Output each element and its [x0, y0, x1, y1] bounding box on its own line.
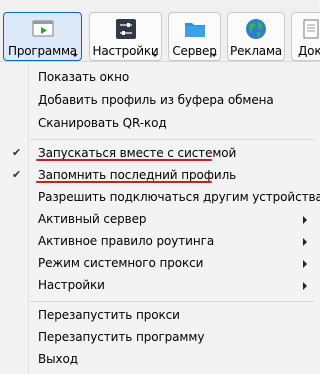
docs-label: Док	[298, 44, 320, 58]
menu-item-exit[interactable]: Выход	[0, 349, 319, 371]
menu-item-label: Запомнить последний профиль	[38, 168, 237, 182]
document-icon	[303, 19, 319, 39]
chevron-right-icon	[303, 282, 307, 290]
red-underline-annotation	[36, 159, 212, 161]
menu-item-label: Режим системного прокси	[38, 256, 204, 270]
program-menu-button[interactable]: Программа	[3, 12, 82, 61]
menu-item-label: Сканировать QR-код	[38, 116, 167, 130]
menu-item-settings[interactable]: Настройки	[0, 275, 319, 297]
menu-item-add-profile-clipboard[interactable]: Добавить профиль из буфера обмена	[0, 90, 319, 112]
menu-item-scan-qr[interactable]: Сканировать QR-код	[0, 113, 319, 135]
menu-item-allow-other-devices[interactable]: Разрешить подключаться другим устройства…	[0, 187, 320, 209]
menu-item-system-proxy-mode[interactable]: Режим системного прокси	[0, 253, 319, 275]
server-menu-button[interactable]: Сервер	[168, 12, 221, 61]
checkmark-icon: ✔	[12, 168, 22, 181]
settings-menu-button[interactable]: Настройки	[89, 12, 162, 61]
menu-item-label: Разрешить подключаться другим устройства…	[38, 190, 320, 204]
menu-item-label: Показать окно	[38, 70, 130, 84]
ads-label: Реклама	[230, 44, 282, 58]
program-dropdown-menu: Показать окно Добавить профиль из буфера…	[0, 61, 320, 374]
menu-item-show-window[interactable]: Показать окно	[0, 67, 319, 89]
globe-icon	[246, 19, 266, 39]
menu-item-restart-proxy[interactable]: Перезапустить прокси	[0, 305, 319, 327]
chevron-down-icon	[152, 54, 158, 57]
chevron-right-icon	[303, 260, 307, 268]
menu-item-routing-rule[interactable]: Активное правило роутинга	[0, 231, 319, 253]
menu-item-label: Добавить профиль из буфера обмена	[38, 93, 274, 107]
red-underline-annotation	[36, 181, 212, 183]
menu-item-autostart[interactable]: ✔ Запускаться вместе с системой	[0, 143, 319, 165]
menu-item-remember-profile[interactable]: ✔ Запомнить последний профиль	[0, 165, 319, 187]
menu-item-label: Запускаться вместе с системой	[38, 146, 237, 160]
chevron-down-icon	[72, 54, 78, 57]
chevron-right-icon	[303, 238, 307, 246]
chevron-right-icon	[303, 216, 307, 224]
play-screen-icon	[32, 20, 53, 37]
menu-item-label: Активное правило роутинга	[38, 234, 215, 248]
menu-item-label: Перезапустить программу	[38, 330, 205, 344]
server-folder-icon	[184, 23, 205, 37]
menu-item-active-server[interactable]: Активный сервер	[0, 209, 319, 231]
settings-menu-label: Настройки	[92, 44, 159, 58]
menu-item-restart-program[interactable]: Перезапустить программу	[0, 327, 319, 349]
menu-item-label: Настройки	[38, 278, 105, 292]
checkmark-icon: ✔	[12, 146, 22, 159]
menu-separator	[30, 139, 315, 140]
program-menu-label: Программа	[8, 44, 77, 58]
toolbar: Программа Настройки Сервер Реклама Док	[0, 0, 320, 64]
menu-item-label: Перезапустить прокси	[38, 308, 180, 322]
chevron-down-icon	[211, 54, 217, 57]
ads-button[interactable]: Реклама	[227, 12, 285, 61]
menu-separator	[30, 301, 315, 302]
menu-item-label: Выход	[38, 352, 78, 366]
menu-item-label: Активный сервер	[38, 212, 147, 226]
docs-button[interactable]: Док	[291, 12, 320, 61]
sliders-icon	[115, 19, 136, 39]
